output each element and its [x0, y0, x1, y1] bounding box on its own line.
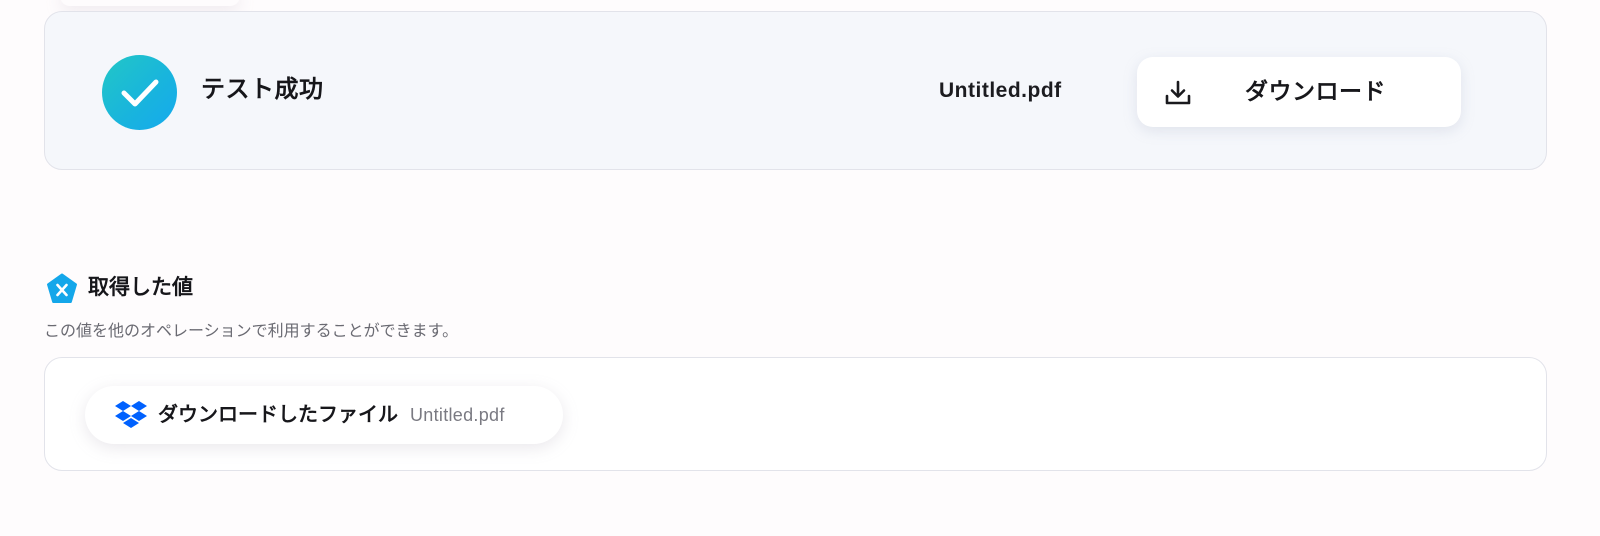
download-button[interactable]: ダウンロード — [1137, 57, 1461, 127]
download-button-label: ダウンロード — [1245, 79, 1386, 105]
test-status-label: テスト成功 — [201, 75, 324, 103]
value-chip-downloaded-file[interactable]: ダウンロードしたファイル Untitled.pdf — [85, 386, 563, 444]
top-card-shadow — [60, 0, 240, 6]
value-chip-value: Untitled.pdf — [410, 405, 505, 425]
dropbox-icon — [115, 400, 147, 430]
download-icon — [1164, 79, 1192, 107]
result-file-name: Untitled.pdf — [939, 79, 1062, 102]
test-result-card: テスト成功 Untitled.pdf ダウンロード — [44, 11, 1547, 170]
value-chip-label: ダウンロードしたファイル — [158, 402, 398, 426]
values-card: ダウンロードしたファイル Untitled.pdf — [44, 357, 1547, 471]
check-icon — [102, 55, 177, 130]
variable-icon — [46, 273, 78, 305]
values-section-description: この値を他のオペレーションで利用することができます。 — [44, 321, 459, 340]
values-section-title: 取得した値 — [88, 275, 193, 299]
